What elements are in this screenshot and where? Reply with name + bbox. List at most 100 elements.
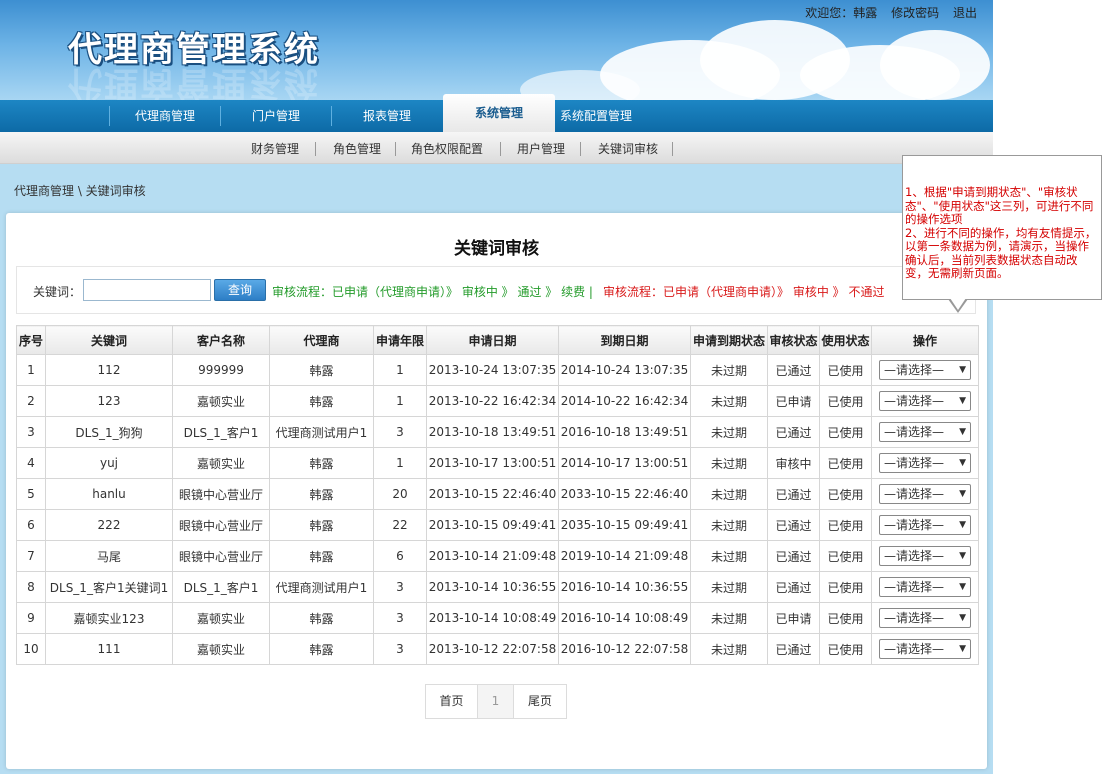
action-select[interactable]: —请选择— ▼ [879,360,971,380]
keyword-table: 序号 关键词 客户名称 代理商 申请年限 申请日期 到期日期 申请到期状态 审核… [16,325,979,665]
review-flow-approved: 审核流程：已申请（代理商申请）》 审核中 》 通过 》 续费 | [272,285,593,299]
table-cell: 已通过 [767,416,820,448]
table-cell: 1 [373,354,427,386]
nav-portal-management[interactable]: 门户管理 [221,100,331,132]
table-cell: 已通过 [767,478,820,510]
table-cell: 3 [16,416,46,448]
chevron-down-icon: ▼ [959,582,966,592]
action-select-value: —请选择— [884,394,945,408]
action-cell: —请选择— ▼ [871,571,979,603]
table-cell: 嘉顿实业 [172,633,270,665]
col-header: 操作 [871,325,979,355]
table-cell: 未过期 [690,385,768,417]
col-header: 申请到期状态 [690,325,768,355]
action-select[interactable]: —请选择— ▼ [879,391,971,411]
chevron-down-icon: ▼ [959,365,966,375]
col-header: 申请年限 [373,325,427,355]
search-button[interactable]: 查询 [214,279,266,301]
table-cell: 2014-10-17 13:00:51 [558,447,691,479]
table-cell: 3 [373,602,427,634]
action-select[interactable]: —请选择— ▼ [879,515,971,535]
table-header-row: 序号 关键词 客户名称 代理商 申请年限 申请日期 到期日期 申请到期状态 审核… [16,325,979,355]
page-title: 关键词审核 [454,239,539,259]
table-cell: 眼镜中心营业厅 [172,509,270,541]
nav-system-management[interactable]: 系统管理 [443,94,555,132]
chevron-down-icon: ▼ [959,427,966,437]
table-cell: 未过期 [690,354,768,386]
first-page-button[interactable]: 首页 [426,685,478,718]
table-cell: 未过期 [690,571,768,603]
table-cell: 未过期 [690,509,768,541]
table-cell: 6 [373,540,427,572]
subnav-roles[interactable]: 角色管理 [333,132,381,164]
change-password-link[interactable]: 修改密码 [891,6,939,20]
table-cell: 2013-10-17 13:00:51 [426,447,559,479]
table-cell: 1 [373,447,427,479]
table-cell: 5 [16,478,46,510]
subnav-finance[interactable]: 财务管理 [251,132,299,164]
table-cell: 已使用 [819,571,872,603]
action-select[interactable]: —请选择— ▼ [879,577,971,597]
table-cell: 已申请 [767,602,820,634]
table-cell: 2013-10-14 10:36:55 [426,571,559,603]
action-select[interactable]: —请选择— ▼ [879,608,971,628]
table-cell: 123 [45,385,173,417]
table-cell: 1 [16,354,46,386]
table-cell: 2016-10-18 13:49:51 [558,416,691,448]
table-cell: 2 [16,385,46,417]
keyword-input[interactable] [83,279,211,301]
table-row: 7 马尾 眼镜中心营业厅 韩露 6 2013-10-14 21:09:48 2019-10-… [16,540,979,572]
action-select[interactable]: —请选择— ▼ [879,639,971,659]
col-header: 到期日期 [558,325,691,355]
table-cell: 韩露 [269,633,374,665]
table-cell: 韩露 [269,385,374,417]
table-cell: 嘉顿实业 [172,447,270,479]
logout-link[interactable]: 退出 [953,6,977,20]
nav-report-management[interactable]: 报表管理 [332,100,442,132]
table-cell: 已使用 [819,540,872,572]
table-cell: 已通过 [767,571,820,603]
review-flow-rejected: 审核流程：已申请（代理商申请）》 审核中 》 不通过 [603,285,885,299]
table-cell: 2033-10-15 22:46:40 [558,478,691,510]
chevron-down-icon: ▼ [959,520,966,530]
tooltip-arrow-inner [950,298,966,310]
current-page: 1 [478,685,514,718]
nav-system-config[interactable]: 系统配置管理 [556,100,636,132]
action-select[interactable]: —请选择— ▼ [879,453,971,473]
table-cell: 嘉顿实业123 [45,602,173,634]
table-cell: 2013-10-22 16:42:34 [426,385,559,417]
table-cell: DLS_1_客户1关键词1 [45,571,173,603]
action-select[interactable]: —请选择— ▼ [879,546,971,566]
table-cell: 已使用 [819,416,872,448]
table-cell: 2035-10-15 09:49:41 [558,509,691,541]
table-cell: 6 [16,509,46,541]
action-select[interactable]: —请选择— ▼ [879,422,971,442]
subnav-keyword-review[interactable]: 关键词审核 [598,132,658,164]
action-select-value: —请选择— [884,425,945,439]
action-select-value: —请选择— [884,487,945,501]
table-cell: 2014-10-24 13:07:35 [558,354,691,386]
table-cell: 未过期 [690,416,768,448]
action-cell: —请选择— ▼ [871,416,979,448]
col-header: 关键词 [45,325,173,355]
table-cell: 眼镜中心营业厅 [172,478,270,510]
welcome-text: 欢迎您：韩露 [805,6,878,20]
table-row: 9 嘉顿实业123 嘉顿实业 韩露 3 2013-10-14 10:08:49 2016-1… [16,602,979,634]
subnav-role-permissions[interactable]: 角色权限配置 [411,132,483,164]
table-cell: 嘉顿实业 [172,385,270,417]
table-row: 6 222 眼镜中心营业厅 韩露 22 2013-10-15 09:49:41 2035-1… [16,509,979,541]
nav-agent-management[interactable]: 代理商管理 [110,100,220,132]
table-cell: 已通过 [767,540,820,572]
table-cell: 已使用 [819,354,872,386]
chevron-down-icon: ▼ [959,613,966,623]
last-page-button[interactable]: 尾页 [514,685,566,718]
table-cell: 嘉顿实业 [172,602,270,634]
table-cell: 2014-10-22 16:42:34 [558,385,691,417]
subnav-users[interactable]: 用户管理 [517,132,565,164]
table-cell: 3 [373,416,427,448]
action-select[interactable]: —请选择— ▼ [879,484,971,504]
col-header: 序号 [16,325,46,355]
chevron-down-icon: ▼ [959,458,966,468]
table-cell: 7 [16,540,46,572]
table-cell: 4 [16,447,46,479]
